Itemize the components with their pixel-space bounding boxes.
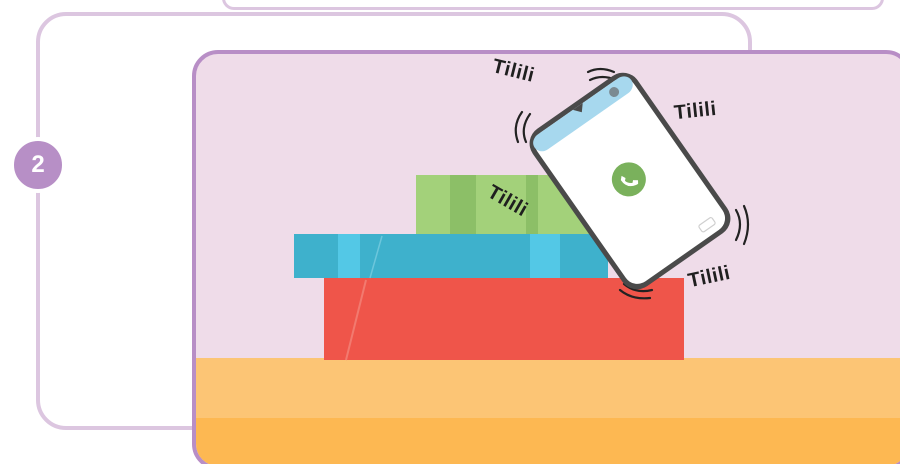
illustration (196, 67, 900, 464)
table-top (196, 358, 900, 420)
illustration-panel: Tilili Tilili Tilili Tilili (192, 50, 900, 464)
book-blue (294, 234, 608, 279)
top-panel-edge (222, 0, 884, 10)
step-number-badge: 2 (10, 137, 66, 193)
book-red (324, 278, 684, 361)
table-front (196, 418, 900, 464)
step-number: 2 (31, 151, 45, 178)
ring-sound-2: Tilili (672, 97, 718, 125)
slide: 2 Tilili Tilili Tilili Tilili (0, 0, 900, 464)
